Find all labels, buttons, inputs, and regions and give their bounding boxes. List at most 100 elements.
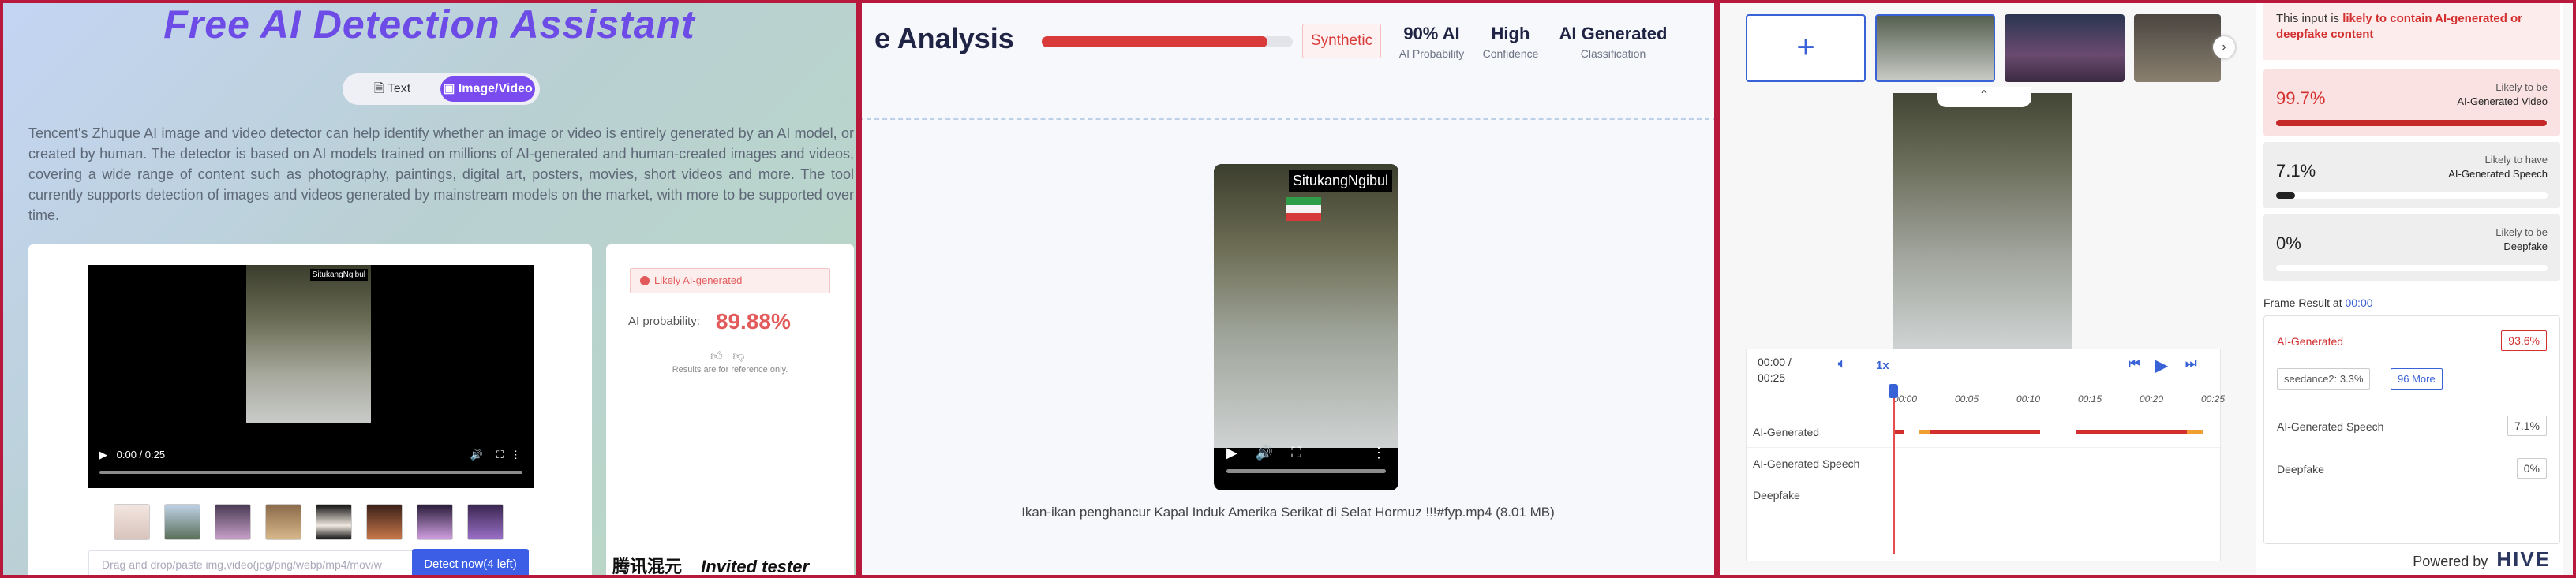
video-frame: SitukangNgibul [1214, 164, 1398, 448]
speed-control[interactable]: 1x [1876, 359, 1889, 372]
stat-value: AI Generated [1559, 24, 1668, 43]
play-icon[interactable]: ▶ [2155, 356, 2167, 375]
tencent-detector-panel: Free AI Detection Assistant 🗎 Text ▣ Ima… [0, 0, 859, 578]
media-thumb[interactable] [2005, 14, 2125, 82]
page-title: e Analysis [874, 22, 1014, 54]
flag-graphic [1286, 197, 1321, 221]
frame-result-label: Frame Result at [2263, 296, 2342, 309]
sample-thumb[interactable] [467, 504, 504, 540]
class-ai-video: 99.7% Likely to be AI-Generated Video [2263, 69, 2560, 136]
track-deepfake: Deepfake [1747, 479, 2222, 510]
timeline: 00:00 / 00:25 🔈︎ 1x ⏮︎ ▶ ⏭︎ 00:00 00:05 … [1746, 349, 2225, 561]
result-badge: Likely AI-generated [630, 268, 830, 293]
skip-back-icon[interactable]: ⏮︎ [2129, 357, 2140, 371]
media-thumb-selected[interactable] [1875, 14, 1995, 82]
synthetic-badge: Synthetic [1302, 24, 1381, 58]
skip-forward-icon[interactable]: ⏭︎ [2185, 357, 2196, 371]
class-label: Likely to be AI-Generated Video [2457, 80, 2548, 109]
class-ai-speech: 7.1% Likely to have AI-Generated Speech [2263, 142, 2560, 208]
thumbs-down-icon[interactable]: 👎︎ [732, 349, 744, 363]
tick: 00:10 [2016, 393, 2041, 405]
chevron-right-icon[interactable]: › [2213, 36, 2235, 58]
frame-result-heading: Frame Result at 00:00 [2263, 296, 2373, 309]
track-segment [2187, 430, 2203, 434]
frame-deepfake-label: Deepfake [2277, 463, 2324, 475]
detect-button[interactable]: Detect now(4 left) [412, 549, 529, 578]
frame-result-time: 00:00 [2345, 296, 2373, 309]
volume-icon[interactable]: 🔊 [1256, 445, 1273, 461]
result-card: Likely AI-generated AI probability: 89.88… [606, 244, 854, 578]
video-seekbar[interactable] [99, 471, 522, 474]
video-frame: SitukangNgibul [246, 265, 371, 423]
model-chip: seedance2: 3.3% [2277, 368, 2371, 390]
stat-ai-probability: 90% AI AI Probability [1394, 24, 1470, 60]
file-name: Ikan-ikan penghancur Kapal Induk Amerika… [1021, 505, 1555, 520]
video-player[interactable]: SitukangNgibul ▶ 0:00 / 0:25 🔊 ⛶ ⋮ [88, 265, 534, 488]
sample-thumb[interactable] [114, 504, 150, 540]
fullscreen-icon[interactable]: ⛶ [1291, 445, 1301, 461]
video-seekbar[interactable] [1226, 469, 1386, 473]
class-bar [2276, 120, 2548, 126]
play-icon[interactable]: ▶ [1226, 445, 1237, 461]
add-media-button[interactable]: + [1746, 14, 1866, 82]
track-label: Deepfake [1753, 489, 1800, 502]
tab-label: Text [387, 82, 411, 95]
document-icon: 🗎 [373, 82, 384, 95]
video-time: 0:00 / 0:25 [116, 449, 166, 461]
track-ai-speech: AI-Generated Speech [1747, 447, 2222, 479]
powered-by: Powered by HIVE [2413, 547, 2551, 572]
class-pct: 7.1% [2276, 161, 2316, 181]
video-controls: ▶ 🔊 ⛶ ⋮ [1226, 445, 1386, 461]
class-label-line1: Likely to have [2484, 154, 2548, 166]
video-preview[interactable] [1893, 93, 2072, 349]
tick: 00:20 [2140, 393, 2164, 405]
upload-input[interactable]: Drag and drop/paste img,video(jpg/png/we… [88, 550, 434, 578]
track-label: AI-Generated [1753, 426, 1820, 438]
time-ticks: 00:00 00:05 00:10 00:15 00:20 00:25 [1893, 393, 2225, 409]
page-title: Free AI Detection Assistant [163, 2, 695, 47]
more-models-button[interactable]: 96 More [2391, 368, 2443, 390]
media-thumb[interactable] [2134, 14, 2221, 82]
sample-thumb[interactable] [215, 504, 251, 540]
class-label: Likely to have AI-Generated Speech [2448, 153, 2548, 181]
sample-thumb[interactable] [417, 504, 453, 540]
volume-icon[interactable]: 🔈︎ [1838, 357, 1846, 371]
video-player[interactable]: SitukangNgibul ▶ 🔊 ⛶ ⋮ [1214, 164, 1398, 490]
result-badge-label: Likely AI-generated [654, 274, 743, 286]
stat-value: High [1491, 24, 1530, 43]
image-icon: ▣ [443, 82, 455, 95]
frame-ai-value: 93.6% [2501, 330, 2547, 351]
sample-thumb[interactable] [164, 504, 200, 540]
video-overlay-tag: SitukangNgibul [309, 269, 368, 281]
analysis-panel: e Analysis Synthetic 90% AI AI Probabili… [859, 0, 1717, 578]
sample-thumb[interactable] [316, 504, 352, 540]
fullscreen-icon[interactable]: ⛶ [496, 449, 504, 461]
chevron-up-icon[interactable]: ⌃ [1937, 87, 2031, 107]
tab-text[interactable]: 🗎 Text [349, 76, 436, 102]
invited-tester-badge: Invited tester [701, 557, 810, 576]
track-segment [2076, 430, 2187, 434]
verdict-prefix: This input is [2276, 12, 2343, 25]
time-display: 00:00 / 00:25 [1758, 354, 1792, 386]
play-icon[interactable]: ▶ [99, 449, 107, 461]
feedback: 👍︎ 👎︎ [710, 349, 744, 364]
hunyuan-logo: 腾讯混元 [612, 557, 683, 576]
tick: 00:25 [2201, 393, 2226, 405]
powered-by-label: Powered by [2413, 554, 2488, 569]
more-icon[interactable]: ⋮ [1372, 445, 1386, 461]
class-label-line2: Deepfake [2503, 241, 2548, 252]
sample-thumb[interactable] [265, 504, 301, 540]
sample-thumb[interactable] [366, 504, 402, 540]
playhead-handle[interactable] [1889, 384, 1898, 398]
track-segment [1919, 430, 1930, 434]
tick: 00:15 [2078, 393, 2102, 405]
more-icon[interactable]: ⋮ [511, 449, 521, 461]
class-deepfake: 0% Likely to be Deepfake [2263, 214, 2560, 281]
thumbs-up-icon[interactable]: 👍︎ [710, 349, 723, 363]
ai-probability-label: AI probability: [628, 314, 700, 328]
mode-toggle: 🗎 Text ▣ Image/Video [343, 73, 540, 105]
tab-image-video[interactable]: ▣ Image/Video [440, 76, 535, 102]
volume-icon[interactable]: 🔊 [470, 449, 483, 461]
stat-label: Confidence [1482, 47, 1539, 60]
stat-label: AI Probability [1398, 47, 1465, 60]
